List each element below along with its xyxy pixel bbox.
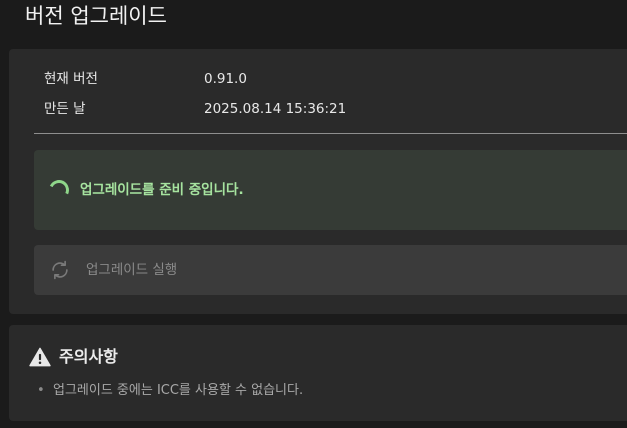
- version-panel: 현재 버전 0.91.0 만든 날 2025.08.14 15:36:21 업그…: [9, 49, 627, 314]
- refresh-icon: [52, 260, 68, 280]
- notice-item-text: 업그레이드 중에는 ICC를 사용할 수 없습니다.: [53, 383, 304, 398]
- info-label: 현재 버전: [44, 71, 98, 87]
- run-upgrade-button[interactable]: 업그레이드 실행: [34, 245, 627, 295]
- notice-list: • 업그레이드 중에는 ICC를 사용할 수 없습니다.: [37, 382, 303, 400]
- loading-spinner-icon: [46, 177, 72, 203]
- notice-panel: 주의사항 • 업그레이드 중에는 ICC를 사용할 수 없습니다.: [9, 325, 627, 421]
- current-version-value: 0.91.0: [204, 71, 247, 87]
- info-label: 만든 날: [44, 101, 86, 117]
- status-box: 업그레이드를 준비 중입니다.: [34, 150, 627, 230]
- status-message: 업그레이드를 준비 중입니다.: [80, 182, 244, 198]
- bullet: •: [37, 383, 45, 398]
- warning-icon: [29, 347, 51, 367]
- divider: [34, 133, 627, 134]
- notice-title: 주의사항: [59, 347, 118, 366]
- run-upgrade-label: 업그레이드 실행: [86, 262, 178, 278]
- notice-item: • 업그레이드 중에는 ICC를 사용할 수 없습니다.: [37, 382, 303, 400]
- build-date-value: 2025.08.14 15:36:21: [204, 101, 347, 117]
- page-title: 버전 업그레이드: [25, 4, 167, 28]
